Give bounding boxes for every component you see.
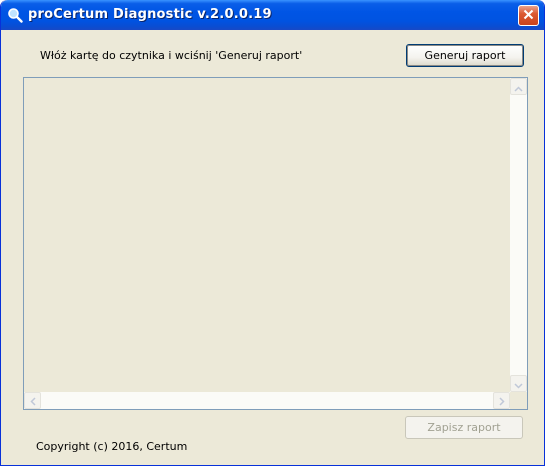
chevron-left-icon	[29, 391, 36, 410]
scroll-right-arrow[interactable]	[493, 392, 510, 409]
generate-report-button[interactable]: Generuj raport	[406, 44, 524, 67]
instruction-label: Włóż kartę do czytnika i wciśnij 'Generu…	[40, 49, 303, 62]
scrollbar-corner	[510, 392, 527, 409]
scroll-left-arrow[interactable]	[24, 392, 41, 409]
scroll-up-arrow[interactable]	[510, 78, 527, 95]
client-area: Włóż kartę do czytnika i wciśnij 'Generu…	[4, 30, 543, 463]
chevron-up-icon	[514, 77, 523, 96]
close-button[interactable]	[518, 5, 539, 26]
magnifier-icon	[7, 7, 23, 23]
horizontal-scrollbar[interactable]	[24, 392, 510, 409]
chevron-down-icon	[514, 374, 523, 393]
app-window: proCertum Diagnostic v.2.0.0.19 Włóż kar…	[0, 0, 545, 466]
chevron-right-icon	[498, 391, 505, 410]
window-title: proCertum Diagnostic v.2.0.0.19	[28, 7, 272, 22]
title-bar[interactable]: proCertum Diagnostic v.2.0.0.19	[1, 0, 544, 30]
scroll-down-arrow[interactable]	[510, 375, 527, 392]
copyright-label: Copyright (c) 2016, Certum	[36, 440, 188, 453]
vertical-scrollbar[interactable]	[510, 78, 527, 392]
close-icon	[522, 6, 535, 25]
report-output-box[interactable]	[23, 77, 528, 410]
save-report-button[interactable]: Zapisz raport	[405, 416, 523, 439]
